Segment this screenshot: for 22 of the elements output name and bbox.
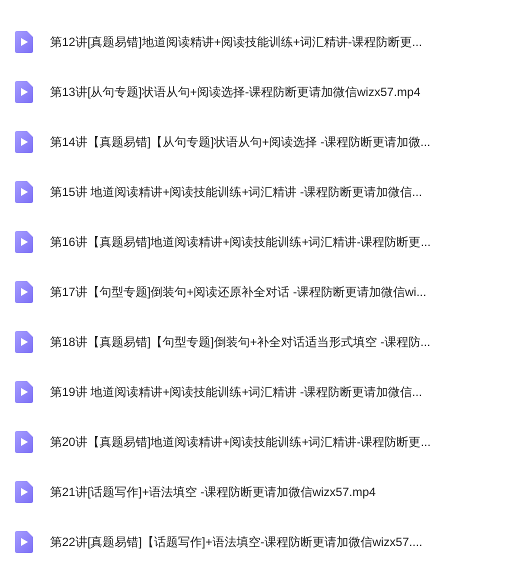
video-file-icon bbox=[15, 31, 33, 53]
file-name[interactable]: 第17讲【句型专题]倒装句+阅读还原补全对话 -课程防断更请加微信wi... bbox=[50, 283, 426, 301]
file-name[interactable]: 第15讲 地道阅读精讲+阅读技能训练+词汇精讲 -课程防断更请加微信... bbox=[50, 183, 422, 201]
video-file-icon bbox=[15, 481, 33, 503]
file-name[interactable]: 第21讲[话题写作]+语法填空 -课程防断更请加微信wizx57.mp4 bbox=[50, 483, 376, 501]
video-file-icon bbox=[15, 331, 33, 353]
file-name[interactable]: 第19讲 地道阅读精讲+阅读技能训练+词汇精讲 -课程防断更请加微信... bbox=[50, 383, 422, 401]
video-file-icon bbox=[15, 381, 33, 403]
file-name[interactable]: 第20讲【真题易错]地道阅读精讲+阅读技能训练+词汇精讲-课程防断更... bbox=[50, 433, 431, 451]
video-file-icon bbox=[15, 181, 33, 203]
file-name[interactable]: 第22讲[真题易错]【话题写作]+语法填空-课程防断更请加微信wizx57.... bbox=[50, 533, 422, 551]
file-name[interactable]: 第14讲【真题易错]【从句专题]状语从句+阅读选择 -课程防断更请加微... bbox=[50, 133, 430, 151]
file-name[interactable]: 第16讲【真题易错]地道阅读精讲+阅读技能训练+词汇精讲-课程防断更... bbox=[50, 233, 431, 251]
video-file-icon bbox=[15, 281, 33, 303]
video-file-icon bbox=[15, 531, 33, 553]
video-file-icon bbox=[15, 231, 33, 253]
file-name[interactable]: 第12讲[真题易错]地道阅读精讲+阅读技能训练+词汇精讲-课程防断更... bbox=[50, 33, 422, 51]
file-name[interactable]: 第13讲[从句专题]状语从句+阅读选择-课程防断更请加微信wizx57.mp4 bbox=[50, 83, 420, 101]
video-file-icon bbox=[15, 431, 33, 453]
video-file-icon bbox=[15, 81, 33, 103]
file-name[interactable]: 第18讲【真题易错]【句型专题]倒装句+补全对话适当形式填空 -课程防... bbox=[50, 333, 430, 351]
video-file-icon bbox=[15, 131, 33, 153]
